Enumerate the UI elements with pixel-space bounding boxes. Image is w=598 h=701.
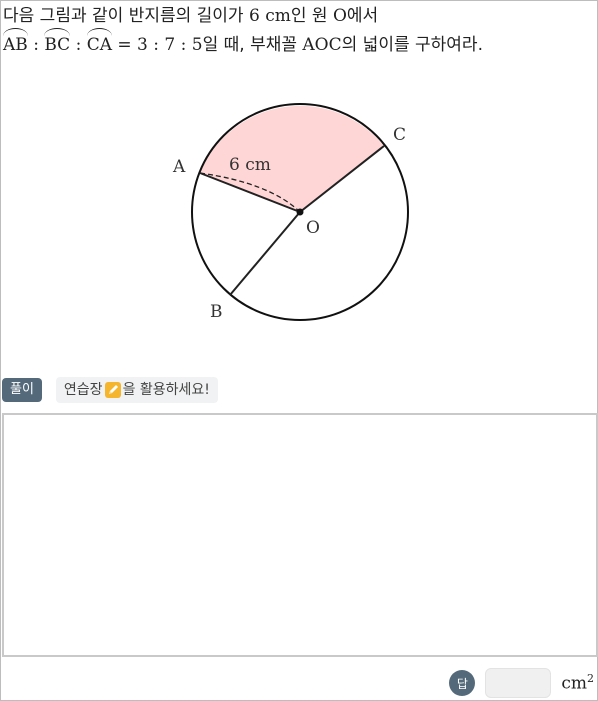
answer-row: 답 cm2 bbox=[449, 668, 594, 698]
label-a: A bbox=[172, 157, 186, 177]
solution-hint-row: 풀이 연습장 을 활용하세요! bbox=[2, 377, 218, 403]
radius-ob bbox=[229, 211, 301, 296]
arc-bc: BC bbox=[44, 28, 70, 58]
problem-line-1: 다음 그림과 같이 반지름의 길이가 6 cm인 원 O에서 bbox=[3, 6, 379, 26]
scratchpad-hint: 연습장 을 활용하세요! bbox=[55, 377, 218, 403]
ratio-text: = 3 : 7 : 5 bbox=[117, 35, 203, 55]
scratchpad-pencil-icon[interactable] bbox=[104, 382, 121, 398]
label-b: B bbox=[210, 302, 223, 322]
solution-badge: 풀이 bbox=[2, 378, 42, 402]
problem-text: 다음 그림과 같이 반지름의 길이가 6 cm인 원 O에서 AB : BC :… bbox=[3, 3, 593, 58]
sector-name: AOC bbox=[302, 35, 342, 55]
label-c: C bbox=[393, 125, 406, 145]
arc-ca: CA bbox=[86, 28, 113, 58]
radius-label: 6 cm bbox=[229, 155, 271, 175]
problem-line-2: AB : BC : CA = 3 : 7 : 5일 때, 부채꼴 AOC의 넓이… bbox=[3, 28, 593, 58]
arc-ab: AB bbox=[3, 28, 28, 58]
circle-diagram: A B C O 6 cm bbox=[172, 103, 409, 322]
answer-badge: 답 bbox=[449, 670, 476, 696]
solution-work-area[interactable] bbox=[2, 413, 598, 657]
circle-figure: A B C O 6 cm bbox=[160, 95, 440, 335]
center-point bbox=[296, 208, 304, 216]
answer-input[interactable] bbox=[485, 668, 552, 698]
answer-unit: cm2 bbox=[561, 672, 594, 694]
sector-aoc bbox=[200, 105, 384, 212]
label-o: O bbox=[306, 218, 320, 238]
